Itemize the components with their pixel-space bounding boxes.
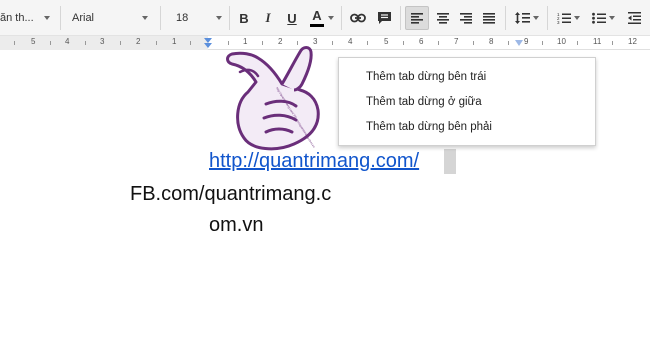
ruler-tick bbox=[508, 41, 509, 45]
menu-item-add-center-tab-stop[interactable]: Thêm tab dừng ở giữa bbox=[339, 89, 597, 114]
chevron-down-icon bbox=[216, 16, 222, 20]
ruler-tick bbox=[367, 41, 368, 45]
font-family-value: Arial bbox=[72, 12, 95, 24]
text-color-button[interactable]: A bbox=[308, 0, 326, 36]
toolbar-divider bbox=[547, 6, 548, 30]
svg-text:3: 3 bbox=[557, 20, 560, 24]
ruler-tick bbox=[403, 41, 404, 45]
font-family-dropdown[interactable]: Arial bbox=[72, 0, 156, 36]
align-left-button[interactable] bbox=[405, 6, 429, 30]
chevron-down-icon bbox=[573, 16, 580, 20]
right-indent-marker[interactable] bbox=[515, 40, 523, 46]
toolbar-divider bbox=[400, 6, 401, 30]
bulleted-list-button[interactable] bbox=[588, 0, 618, 36]
toolbar-divider bbox=[160, 6, 161, 30]
chevron-down-icon bbox=[142, 16, 148, 20]
ruler-number: 2 bbox=[136, 37, 141, 46]
bulleted-list-icon bbox=[591, 12, 606, 24]
ruler-number: 4 bbox=[348, 37, 353, 46]
chevron-down-icon bbox=[44, 16, 50, 20]
toolbar-divider bbox=[341, 6, 342, 30]
numbered-list-button[interactable]: 1 2 3 bbox=[553, 0, 583, 36]
ruler-number: 8 bbox=[489, 37, 494, 46]
ruler-tick bbox=[14, 41, 15, 45]
underline-label: U bbox=[287, 10, 297, 26]
ruler-tick bbox=[190, 41, 191, 45]
insert-comment-button[interactable] bbox=[374, 0, 394, 36]
text-color-dropdown[interactable] bbox=[328, 0, 336, 36]
decrease-indent-button[interactable] bbox=[624, 0, 644, 36]
underline-button[interactable]: U bbox=[284, 0, 300, 36]
document-text-line: FB.com/quantrimang.c bbox=[130, 183, 332, 205]
paragraph-style-dropdown[interactable]: ăn th... bbox=[0, 0, 56, 36]
paragraph-style-value: ăn th... bbox=[0, 12, 34, 24]
ruler-number: 1 bbox=[172, 37, 177, 46]
text-selection-highlight bbox=[444, 149, 456, 174]
ruler-number: 7 bbox=[454, 37, 459, 46]
menu-item-label: Thêm tab dừng ở giữa bbox=[366, 95, 482, 108]
ruler-tick bbox=[473, 41, 474, 45]
ruler-number: 4 bbox=[65, 37, 70, 46]
align-right-button[interactable] bbox=[455, 0, 477, 36]
menu-item-add-left-tab-stop[interactable]: Thêm tab dừng bên trái bbox=[339, 64, 597, 89]
pointing-hand-icon: http://quantrimang.com/ FB.com/quantrima… bbox=[226, 46, 320, 151]
ruler-number: 11 bbox=[593, 37, 602, 46]
justify-button[interactable] bbox=[478, 0, 500, 36]
toolbar-divider bbox=[60, 6, 61, 30]
ruler-tick bbox=[438, 41, 439, 45]
line-spacing-icon bbox=[515, 12, 530, 24]
ruler-number: 9 bbox=[524, 37, 529, 46]
line-spacing-button[interactable] bbox=[512, 0, 542, 36]
ruler-tick bbox=[120, 41, 121, 45]
ruler-number: 5 bbox=[31, 37, 36, 46]
ruler-number: 6 bbox=[419, 37, 424, 46]
ruler-number: 3 bbox=[100, 37, 105, 46]
ruler-tick bbox=[577, 41, 578, 45]
chevron-down-icon bbox=[328, 16, 334, 20]
insert-link-button[interactable] bbox=[348, 0, 368, 36]
ruler-number: 12 bbox=[628, 37, 637, 46]
decrease-indent-icon bbox=[627, 12, 641, 24]
link-icon bbox=[350, 13, 366, 23]
align-left-icon bbox=[411, 12, 423, 24]
bold-button[interactable]: B bbox=[236, 0, 252, 36]
ruler-tick bbox=[50, 41, 51, 45]
align-right-icon bbox=[460, 12, 472, 24]
align-center-button[interactable] bbox=[432, 0, 454, 36]
menu-item-label: Thêm tab dừng bên trái bbox=[366, 70, 487, 83]
font-size-dropdown[interactable]: 18 bbox=[176, 0, 226, 36]
menu-item-add-right-tab-stop[interactable]: Thêm tab dừng bên phải bbox=[339, 114, 597, 139]
ruler-tick bbox=[156, 41, 157, 45]
ruler-tick bbox=[542, 41, 543, 45]
align-center-icon bbox=[437, 12, 449, 24]
italic-button[interactable]: I bbox=[260, 0, 276, 36]
justify-icon bbox=[483, 12, 495, 24]
ruler-number: 5 bbox=[384, 37, 389, 46]
chevron-down-icon bbox=[608, 16, 615, 20]
bold-label: B bbox=[239, 10, 249, 26]
document-link[interactable]: http://quantrimang.com/ bbox=[209, 150, 419, 173]
font-size-value: 18 bbox=[176, 12, 189, 24]
text-color-swatch bbox=[310, 24, 324, 27]
numbered-list-icon: 1 2 3 bbox=[557, 12, 571, 24]
italic-label: I bbox=[265, 10, 271, 25]
tab-stop-context-menu: Thêm tab dừng bên trái Thêm tab dừng ở g… bbox=[338, 57, 596, 146]
toolbar-divider bbox=[505, 6, 506, 30]
ruler-number: 10 bbox=[557, 37, 566, 46]
menu-item-label: Thêm tab dừng bên phải bbox=[366, 120, 492, 133]
text-color-label: A bbox=[312, 8, 322, 23]
toolbar: ăn th... Arial 18 B I U A 1 2 3 bbox=[0, 0, 650, 36]
ruler-tick bbox=[85, 41, 86, 45]
toolbar-divider bbox=[229, 6, 230, 30]
ruler-tick bbox=[612, 41, 613, 45]
document-text-line: om.vn bbox=[209, 214, 264, 236]
left-indent-marker[interactable] bbox=[204, 43, 212, 48]
comment-icon bbox=[377, 12, 391, 24]
chevron-down-icon bbox=[533, 16, 539, 20]
